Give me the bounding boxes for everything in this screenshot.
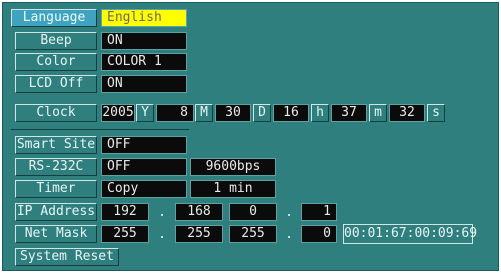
- net-mask-label[interactable]: Net Mask: [15, 225, 97, 243]
- ip-octet-4[interactable]: 1: [301, 203, 337, 221]
- lcd-off-label[interactable]: LCD Off: [15, 75, 97, 93]
- beep-label[interactable]: Beep: [15, 32, 97, 50]
- ip-octet-1[interactable]: 192: [101, 203, 149, 221]
- mac-address: 00:01:67:00:09:69: [343, 224, 477, 244]
- color-value[interactable]: COLOR 1: [101, 53, 187, 71]
- clock-month[interactable]: 8: [156, 104, 194, 122]
- ip-dot: .: [285, 205, 293, 220]
- clock-second[interactable]: 32: [389, 104, 425, 122]
- clock-month-unit: M: [195, 104, 213, 122]
- timer-interval[interactable]: 1 min: [190, 180, 276, 198]
- smart-site-value[interactable]: OFF: [101, 136, 187, 154]
- beep-value[interactable]: ON: [101, 32, 187, 50]
- rs232c-label[interactable]: RS-232C: [15, 158, 97, 176]
- mask-octet-2[interactable]: 255: [175, 225, 223, 243]
- clock-hour-unit: h: [311, 104, 329, 122]
- timer-label[interactable]: Timer: [15, 180, 97, 198]
- lcd-off-value[interactable]: ON: [101, 75, 187, 93]
- rs232c-baud[interactable]: 9600bps: [190, 158, 276, 176]
- mask-octet-1[interactable]: 255: [101, 225, 149, 243]
- mask-dot: .: [285, 227, 293, 242]
- clock-minute[interactable]: 37: [331, 104, 367, 122]
- color-label[interactable]: Color: [15, 53, 97, 71]
- clock-second-unit: s: [427, 104, 445, 122]
- language-value[interactable]: English: [101, 9, 187, 27]
- ip-octet-3[interactable]: 0: [229, 203, 277, 221]
- clock-year[interactable]: 2005: [101, 104, 135, 122]
- ip-octet-2[interactable]: 168: [175, 203, 223, 221]
- settings-screen: Language English Beep ON Color COLOR 1 L…: [2, 2, 499, 271]
- divider: [11, 129, 189, 130]
- language-label[interactable]: Language: [11, 9, 97, 27]
- ip-dot: .: [158, 205, 166, 220]
- ip-address-label[interactable]: IP Address: [15, 203, 97, 221]
- mask-octet-4[interactable]: 0: [301, 225, 337, 243]
- clock-day-unit: D: [253, 104, 271, 122]
- system-reset-button[interactable]: System Reset: [15, 248, 119, 266]
- mask-octet-3[interactable]: 255: [229, 225, 277, 243]
- rs232c-value[interactable]: OFF: [101, 158, 187, 176]
- mask-dot: .: [158, 227, 166, 242]
- smart-site-label[interactable]: Smart Site: [15, 136, 97, 154]
- clock-day[interactable]: 30: [215, 104, 251, 122]
- clock-minute-unit: m: [369, 104, 387, 122]
- clock-hour[interactable]: 16: [273, 104, 309, 122]
- clock-label[interactable]: Clock: [15, 104, 97, 122]
- timer-value[interactable]: Copy: [101, 180, 187, 198]
- clock-year-unit: Y: [136, 104, 154, 122]
